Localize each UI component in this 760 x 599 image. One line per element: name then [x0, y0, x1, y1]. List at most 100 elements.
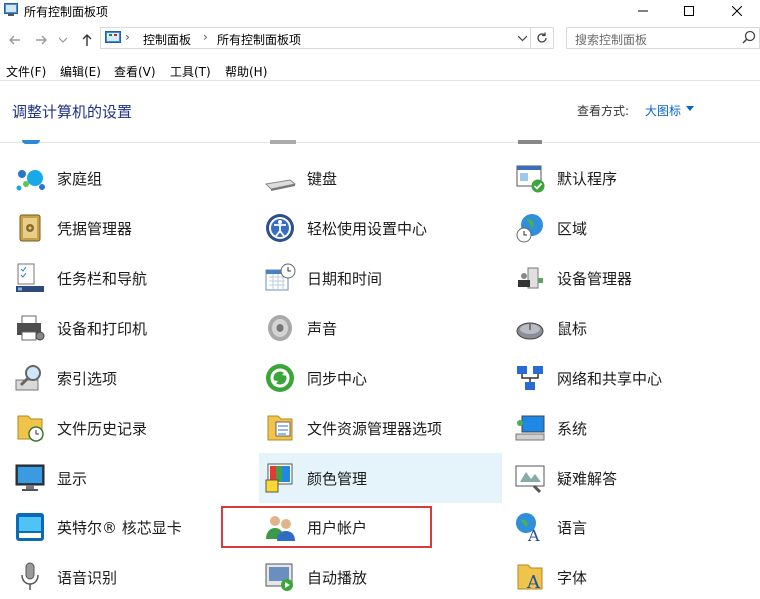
system-icon — [515, 415, 545, 441]
item-date-time[interactable]: 日期和时间 — [262, 256, 502, 300]
item-devices-printers[interactable]: 设备和打印机 — [12, 306, 252, 350]
up-arrow-icon — [82, 34, 92, 46]
folder-options-icon — [267, 415, 293, 441]
item-label: 声音 — [307, 320, 338, 338]
date-time-icon — [265, 263, 296, 291]
refresh-icon — [537, 32, 547, 43]
search-placeholder: 搜索控制面板 — [575, 33, 648, 47]
item-taskbar-navigation[interactable]: 任务栏和导航 — [12, 256, 252, 300]
refresh-button[interactable] — [530, 28, 553, 48]
item-label: 英特尔® 核芯显卡 — [57, 519, 182, 537]
intel-graphics-icon — [16, 513, 44, 541]
item-display[interactable]: 显示 — [12, 456, 252, 500]
partial-item-icon — [22, 140, 40, 144]
recent-locations-button[interactable] — [58, 31, 68, 49]
maximize-button[interactable] — [666, 0, 712, 22]
homegroup-icon — [16, 170, 45, 191]
indexing-icon — [15, 365, 41, 391]
partial-item-icon — [518, 140, 542, 144]
forward-button[interactable] — [32, 31, 50, 49]
item-label: 日期和时间 — [307, 270, 383, 288]
window-title: 所有控制面板项 — [24, 5, 109, 19]
view-by-dropdown[interactable]: 大图标 — [645, 102, 681, 119]
item-label: 语言 — [557, 519, 588, 537]
menu-view[interactable]: 查看(V) — [114, 63, 156, 80]
item-label: 显示 — [57, 470, 88, 488]
partial-item-icon — [270, 140, 296, 144]
minimize-button[interactable] — [620, 0, 666, 22]
item-network-sharing[interactable]: 网络和共享中心 — [512, 356, 752, 400]
network-icon — [517, 366, 543, 390]
menu-tools[interactable]: 工具(T) — [170, 63, 211, 80]
selection-highlight-box — [221, 506, 432, 548]
item-homegroup[interactable]: 家庭组 — [12, 156, 252, 200]
item-label: 字体 — [557, 569, 588, 587]
item-indexing-options[interactable]: 索引选项 — [12, 356, 252, 400]
maximize-icon — [684, 6, 694, 16]
item-label: 系统 — [557, 420, 588, 438]
back-button[interactable] — [6, 31, 24, 49]
item-sound[interactable]: 声音 — [262, 306, 502, 350]
ease-of-access-icon — [266, 214, 294, 242]
back-arrow-icon — [9, 35, 20, 45]
item-intel-graphics[interactable]: 英特尔® 核芯显卡 — [12, 505, 252, 549]
item-speech-recognition[interactable]: 语音识别 — [12, 555, 252, 599]
search-icon[interactable] — [741, 29, 757, 45]
item-sync-center[interactable]: 同步中心 — [262, 356, 502, 400]
item-label: 凭据管理器 — [57, 220, 133, 238]
breadcrumb-separator: › — [125, 30, 130, 44]
minimize-icon — [638, 10, 648, 12]
item-label: 文件资源管理器选项 — [307, 420, 443, 438]
troubleshooting-icon — [515, 465, 545, 494]
taskbar-icon — [16, 263, 44, 292]
item-label: 网络和共享中心 — [557, 370, 663, 388]
item-label: 默认程序 — [557, 170, 618, 188]
item-color-management[interactable]: 颜色管理 — [259, 453, 502, 503]
item-system[interactable]: 系统 — [512, 406, 752, 450]
breadcrumb-control-panel[interactable]: 控制面板 — [143, 31, 191, 48]
item-region[interactable]: 区域 — [512, 206, 752, 250]
address-dropdown-button[interactable] — [517, 30, 528, 46]
menu-edit[interactable]: 编辑(E) — [60, 63, 101, 80]
region-icon — [516, 214, 543, 243]
item-label: 索引选项 — [57, 370, 118, 388]
item-device-manager[interactable]: 设备管理器 — [512, 256, 752, 300]
chevron-down-icon[interactable] — [686, 106, 694, 111]
microphone-icon — [21, 562, 39, 590]
color-management-icon — [265, 463, 293, 493]
page-title: 调整计算机的设置 — [12, 103, 133, 121]
keyboard-icon — [264, 179, 296, 191]
header-divider — [0, 142, 760, 143]
item-label: 家庭组 — [57, 170, 103, 188]
item-fonts[interactable]: A 字体 — [512, 555, 752, 599]
menu-file[interactable]: 文件(F) — [6, 63, 46, 80]
forward-arrow-icon — [36, 35, 47, 45]
menu-bar: 文件(F) 编辑(E) 查看(V) 工具(T) 帮助(H) — [0, 60, 760, 81]
item-ease-of-access[interactable]: 轻松使用设置中心 — [262, 206, 502, 250]
menu-help[interactable]: 帮助(H) — [225, 63, 267, 80]
search-box[interactable]: 搜索控制面板 — [566, 27, 760, 49]
item-explorer-options[interactable]: 文件资源管理器选项 — [262, 406, 502, 450]
sync-center-icon — [266, 364, 294, 392]
item-label: 颜色管理 — [307, 470, 368, 488]
close-button[interactable] — [714, 0, 760, 22]
item-label: 同步中心 — [307, 370, 368, 388]
item-credential-manager[interactable]: 凭据管理器 — [12, 206, 252, 250]
item-label: 自动播放 — [307, 569, 368, 587]
item-language[interactable]: A 语言 — [512, 505, 752, 549]
breadcrumb-all-items[interactable]: 所有控制面板项 — [217, 31, 301, 48]
address-bar[interactable]: › 控制面板 › 所有控制面板项 — [100, 27, 554, 49]
item-label: 文件历史记录 — [57, 420, 148, 438]
language-icon: A — [516, 513, 540, 543]
close-icon — [732, 6, 742, 16]
item-keyboard[interactable]: 键盘 — [262, 156, 502, 200]
svg-text:A: A — [526, 572, 541, 593]
item-troubleshooting[interactable]: 疑难解答 — [512, 456, 752, 500]
item-mouse[interactable]: 鼠标 — [512, 306, 752, 350]
item-file-history[interactable]: 文件历史记录 — [12, 406, 252, 450]
item-default-programs[interactable]: 默认程序 — [512, 156, 752, 200]
item-label: 疑难解答 — [557, 470, 618, 488]
view-by-label: 查看方式: — [577, 104, 630, 118]
up-button[interactable] — [78, 31, 96, 49]
item-autoplay[interactable]: 自动播放 — [262, 555, 502, 599]
